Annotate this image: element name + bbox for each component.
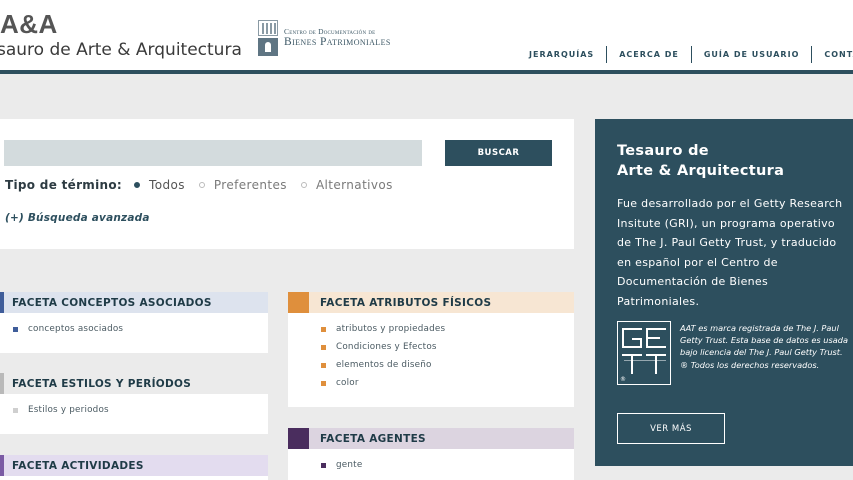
radio-preferentes[interactable]: Preferentes bbox=[198, 178, 287, 192]
getty-rights-text: ® Todos los derechos reservados. bbox=[680, 359, 820, 370]
facet-title: FACETA ACTIVIDADES bbox=[12, 459, 144, 472]
nav-contacto[interactable]: CONTACTO bbox=[824, 50, 853, 59]
facet-accent-bar bbox=[0, 455, 4, 476]
facet-title: FACETA ESTILOS Y PERÍODOS bbox=[12, 377, 192, 390]
bullet-icon bbox=[321, 380, 326, 386]
facet-actividades: FACETA ACTIVIDADES bbox=[0, 455, 268, 480]
bullet-icon bbox=[321, 326, 326, 332]
bullet-icon bbox=[321, 362, 326, 368]
partner-line-2: Bienes Patrimoniales bbox=[284, 35, 391, 48]
bullet-icon bbox=[13, 407, 18, 413]
facet-item-label: conceptos asociados bbox=[28, 324, 124, 334]
nav-jerarquias[interactable]: JERARQUÍAS bbox=[529, 50, 594, 59]
partner-line-1: Centro de Documentación de bbox=[284, 27, 376, 36]
getty-registered-mark: ® bbox=[620, 376, 626, 383]
partner-logo[interactable]: Centro de Documentación de Bienes Patrim… bbox=[258, 20, 391, 56]
radio-selected-icon[interactable] bbox=[134, 182, 141, 188]
header-divider bbox=[0, 70, 853, 74]
facet-item[interactable]: color bbox=[321, 374, 574, 392]
facet-estilos: FACETA ESTILOS Y PERÍODOS Estilos y peri… bbox=[0, 373, 268, 434]
site-header: A&A sauro de Arte & Arquitectura Centro … bbox=[0, 0, 853, 70]
facet-accent-bar bbox=[0, 373, 4, 394]
info-title: Tesauro de Arte & Arquitectura bbox=[617, 141, 784, 181]
term-type-label: Tipo de término: bbox=[5, 178, 123, 192]
advanced-search-link[interactable]: (+) Búsqueda avanzada bbox=[5, 212, 150, 224]
facet-header[interactable]: FACETA ACTIVIDADES bbox=[0, 455, 268, 476]
facet-header[interactable]: FACETA CONCEPTOS ASOCIADOS bbox=[0, 292, 268, 313]
facet-item-label: atributos y propiedades bbox=[336, 324, 446, 334]
facet-conceptos: FACETA CONCEPTOS ASOCIADOS conceptos aso… bbox=[0, 292, 268, 353]
facet-item-label: Estilos y periodos bbox=[28, 405, 109, 415]
radio-todos[interactable]: Todos bbox=[134, 178, 185, 192]
getty-note-text: AAT es marca registrada de The J. Paul G… bbox=[680, 323, 848, 358]
facet-item[interactable]: conceptos asociados bbox=[13, 320, 268, 338]
facet-item[interactable]: Estilos y periodos bbox=[13, 401, 268, 419]
facet-header[interactable]: FACETA ATRIBUTOS FÍSICOS bbox=[288, 292, 574, 313]
facet-accent-square bbox=[288, 428, 309, 449]
facet-item[interactable]: elementos de diseño bbox=[321, 356, 574, 374]
main-nav: JERARQUÍAS ACERCA DE GUÍA DE USUARIO CON… bbox=[529, 46, 853, 63]
bullet-icon bbox=[321, 462, 326, 468]
facet-title: FACETA AGENTES bbox=[320, 432, 426, 445]
bullet-icon bbox=[321, 344, 326, 350]
facet-agentes: FACETA AGENTES gente bbox=[288, 428, 574, 480]
radio-todos-label: Todos bbox=[149, 178, 185, 192]
getty-logo-icon: ® bbox=[617, 321, 671, 385]
nav-divider bbox=[606, 46, 608, 63]
radio-preferentes-label: Preferentes bbox=[213, 178, 287, 192]
logo-title[interactable]: A&A bbox=[0, 9, 58, 40]
facet-item[interactable]: atributos y propiedades bbox=[321, 320, 574, 338]
facet-item-label: elementos de diseño bbox=[336, 360, 432, 370]
nav-acerca-de[interactable]: ACERCA DE bbox=[619, 50, 679, 59]
facet-item-label: gente bbox=[336, 460, 363, 470]
radio-alternativos-label: Alternativos bbox=[315, 178, 393, 192]
search-button[interactable]: BUSCAR bbox=[445, 140, 552, 166]
logo-subtitle[interactable]: sauro de Arte & Arquitectura bbox=[0, 40, 242, 60]
facet-header[interactable]: FACETA AGENTES bbox=[288, 428, 574, 449]
facet-accent-bar bbox=[0, 292, 4, 313]
search-input[interactable] bbox=[4, 140, 422, 166]
radio-unselected-icon[interactable] bbox=[300, 182, 307, 188]
search-panel: BUSCAR Tipo de término: Todos Preferente… bbox=[0, 119, 574, 249]
facet-item[interactable]: Condiciones y Efectos bbox=[321, 338, 574, 356]
facet-title: FACETA ATRIBUTOS FÍSICOS bbox=[320, 296, 492, 309]
nav-guia-usuario[interactable]: GUÍA DE USUARIO bbox=[704, 50, 800, 59]
cdbp-emblem-icon bbox=[258, 20, 278, 56]
facet-atributos: FACETA ATRIBUTOS FÍSICOS atributos y pro… bbox=[288, 292, 574, 407]
nav-divider bbox=[811, 46, 813, 63]
info-title-line-1: Tesauro de bbox=[617, 143, 709, 159]
info-description: Fue desarrollado por el Getty Research I… bbox=[617, 197, 843, 308]
info-panel: Tesauro de Arte & Arquitectura Fue desar… bbox=[595, 119, 853, 466]
facet-item[interactable]: gente bbox=[321, 456, 574, 474]
bullet-icon bbox=[13, 326, 18, 332]
radio-alternativos[interactable]: Alternativos bbox=[300, 178, 393, 192]
nav-divider bbox=[690, 46, 692, 63]
facet-item-label: color bbox=[336, 378, 359, 388]
facet-title: FACETA CONCEPTOS ASOCIADOS bbox=[12, 296, 212, 309]
facet-accent-square bbox=[288, 292, 309, 313]
ver-mas-button[interactable]: VER MÁS bbox=[617, 413, 725, 444]
term-type-group: Tipo de término: Todos Preferentes Alter… bbox=[5, 178, 393, 192]
radio-unselected-icon[interactable] bbox=[198, 182, 205, 188]
getty-license-note: AAT es marca registrada de The J. Paul G… bbox=[680, 322, 850, 371]
info-title-line-2: Arte & Arquitectura bbox=[617, 163, 785, 179]
facet-item-label: Condiciones y Efectos bbox=[336, 342, 437, 352]
facet-header[interactable]: FACETA ESTILOS Y PERÍODOS bbox=[0, 373, 268, 394]
